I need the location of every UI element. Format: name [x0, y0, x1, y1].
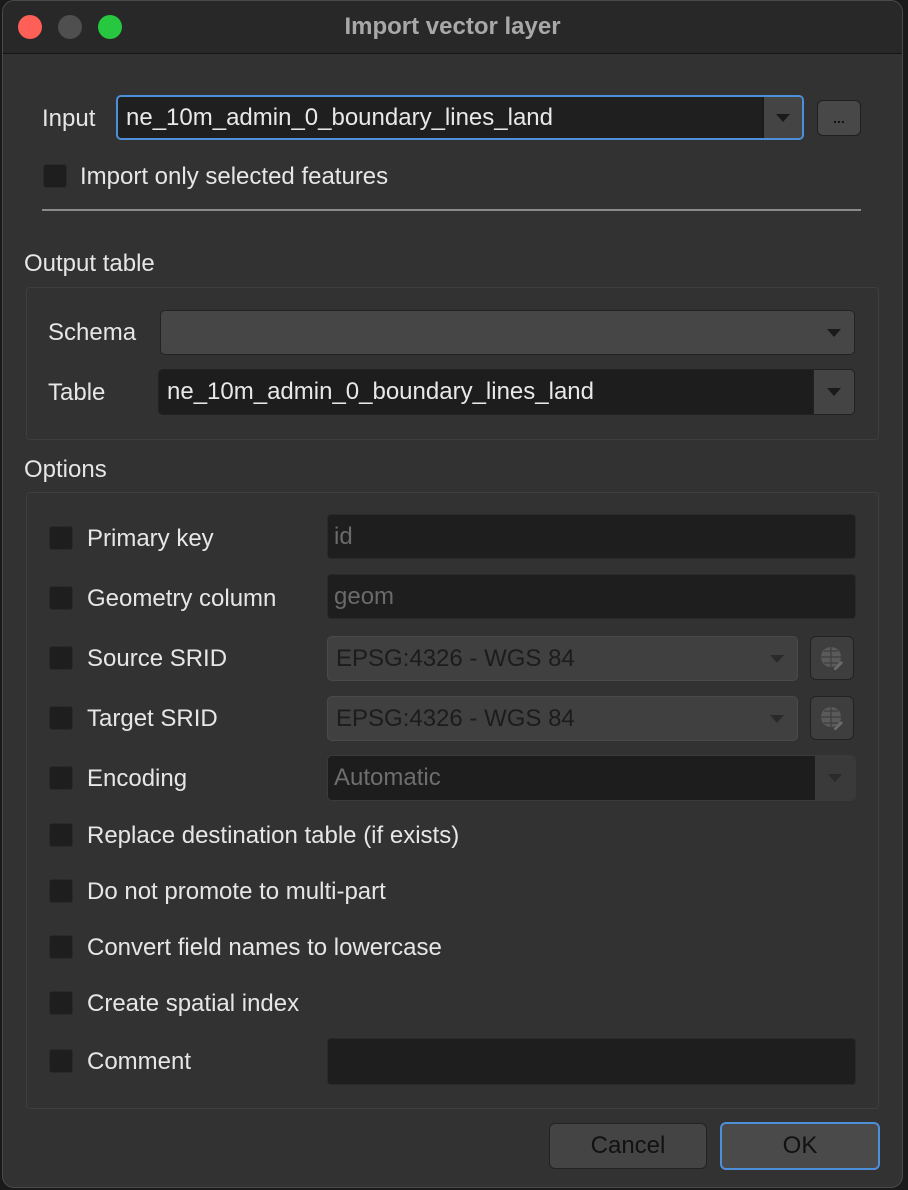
input-layer-combobox[interactable]: ne_10m_admin_0_boundary_lines_land — [116, 95, 804, 140]
chevron-down-icon — [828, 774, 842, 782]
target-srid-checkbox[interactable] — [49, 706, 73, 730]
options-title: Options — [24, 456, 107, 483]
source-crs-select-button[interactable] — [810, 636, 854, 680]
browse-button[interactable]: ... — [817, 100, 861, 136]
target-srid-label: Target SRID — [87, 705, 218, 732]
spatial-index-label: Create spatial index — [87, 990, 300, 1017]
target-srid-value: EPSG:4326 - WGS 84 — [336, 704, 575, 732]
source-srid-combobox[interactable]: EPSG:4326 - WGS 84 — [327, 636, 798, 681]
primary-key-placeholder: id — [334, 522, 353, 550]
window-title: Import vector layer — [344, 13, 561, 40]
geometry-column-checkbox[interactable] — [49, 586, 73, 610]
import-selected-label: Import only selected features — [80, 163, 389, 190]
no-multipart-checkbox[interactable] — [49, 879, 73, 903]
encoding-combobox[interactable]: Automatic — [327, 755, 856, 801]
chevron-down-icon — [770, 714, 784, 723]
source-srid-checkbox[interactable] — [49, 646, 73, 670]
replace-table-checkbox[interactable] — [49, 823, 73, 847]
encoding-label: Encoding — [87, 765, 188, 792]
lowercase-checkbox[interactable] — [49, 935, 73, 959]
input-label: Input — [42, 105, 96, 132]
crs-select-icon — [821, 647, 843, 670]
primary-key-label: Primary key — [87, 525, 214, 552]
schema-label: Schema — [48, 319, 137, 346]
chevron-down-icon — [827, 388, 841, 396]
chevron-down-icon — [827, 328, 841, 337]
spatial-index-checkbox[interactable] — [49, 991, 73, 1015]
encoding-checkbox[interactable] — [49, 766, 73, 790]
crs-select-icon — [821, 707, 843, 730]
source-srid-label: Source SRID — [87, 645, 228, 672]
geometry-column-label: Geometry column — [87, 585, 277, 612]
comment-input[interactable] — [327, 1038, 856, 1085]
input-layer-value: ne_10m_admin_0_boundary_lines_land — [126, 103, 553, 131]
comment-checkbox[interactable] — [49, 1049, 73, 1073]
schema-combobox[interactable] — [160, 310, 855, 355]
cancel-button[interactable]: Cancel — [549, 1123, 707, 1169]
divider — [42, 209, 861, 211]
geometry-column-input[interactable]: geom — [327, 574, 856, 619]
comment-label: Comment — [87, 1048, 192, 1075]
primary-key-input[interactable]: id — [327, 514, 856, 559]
table-combobox[interactable]: ne_10m_admin_0_boundary_lines_land — [158, 369, 855, 415]
lowercase-label: Convert field names to lowercase — [87, 934, 442, 961]
input-layer-dropdown-arrow[interactable] — [762, 97, 802, 138]
target-srid-combobox[interactable]: EPSG:4326 - WGS 84 — [327, 696, 798, 741]
target-crs-select-button[interactable] — [810, 696, 854, 740]
titlebar: Import vector layer — [3, 1, 902, 54]
no-multipart-label: Do not promote to multi-part — [87, 878, 386, 905]
source-srid-value: EPSG:4326 - WGS 84 — [336, 644, 575, 672]
replace-table-label: Replace destination table (if exists) — [87, 822, 460, 849]
table-value: ne_10m_admin_0_boundary_lines_land — [167, 378, 594, 405]
primary-key-checkbox[interactable] — [49, 526, 73, 550]
chevron-down-icon — [776, 113, 790, 122]
output-table-title: Output table — [24, 250, 155, 277]
table-dropdown-arrow[interactable] — [813, 370, 854, 414]
geometry-column-placeholder: geom — [334, 582, 395, 610]
ok-button[interactable]: OK — [720, 1122, 880, 1170]
chevron-down-icon — [770, 654, 784, 663]
table-label: Table — [48, 379, 106, 406]
encoding-value: Automatic — [334, 764, 441, 791]
import-selected-checkbox[interactable] — [43, 164, 67, 188]
